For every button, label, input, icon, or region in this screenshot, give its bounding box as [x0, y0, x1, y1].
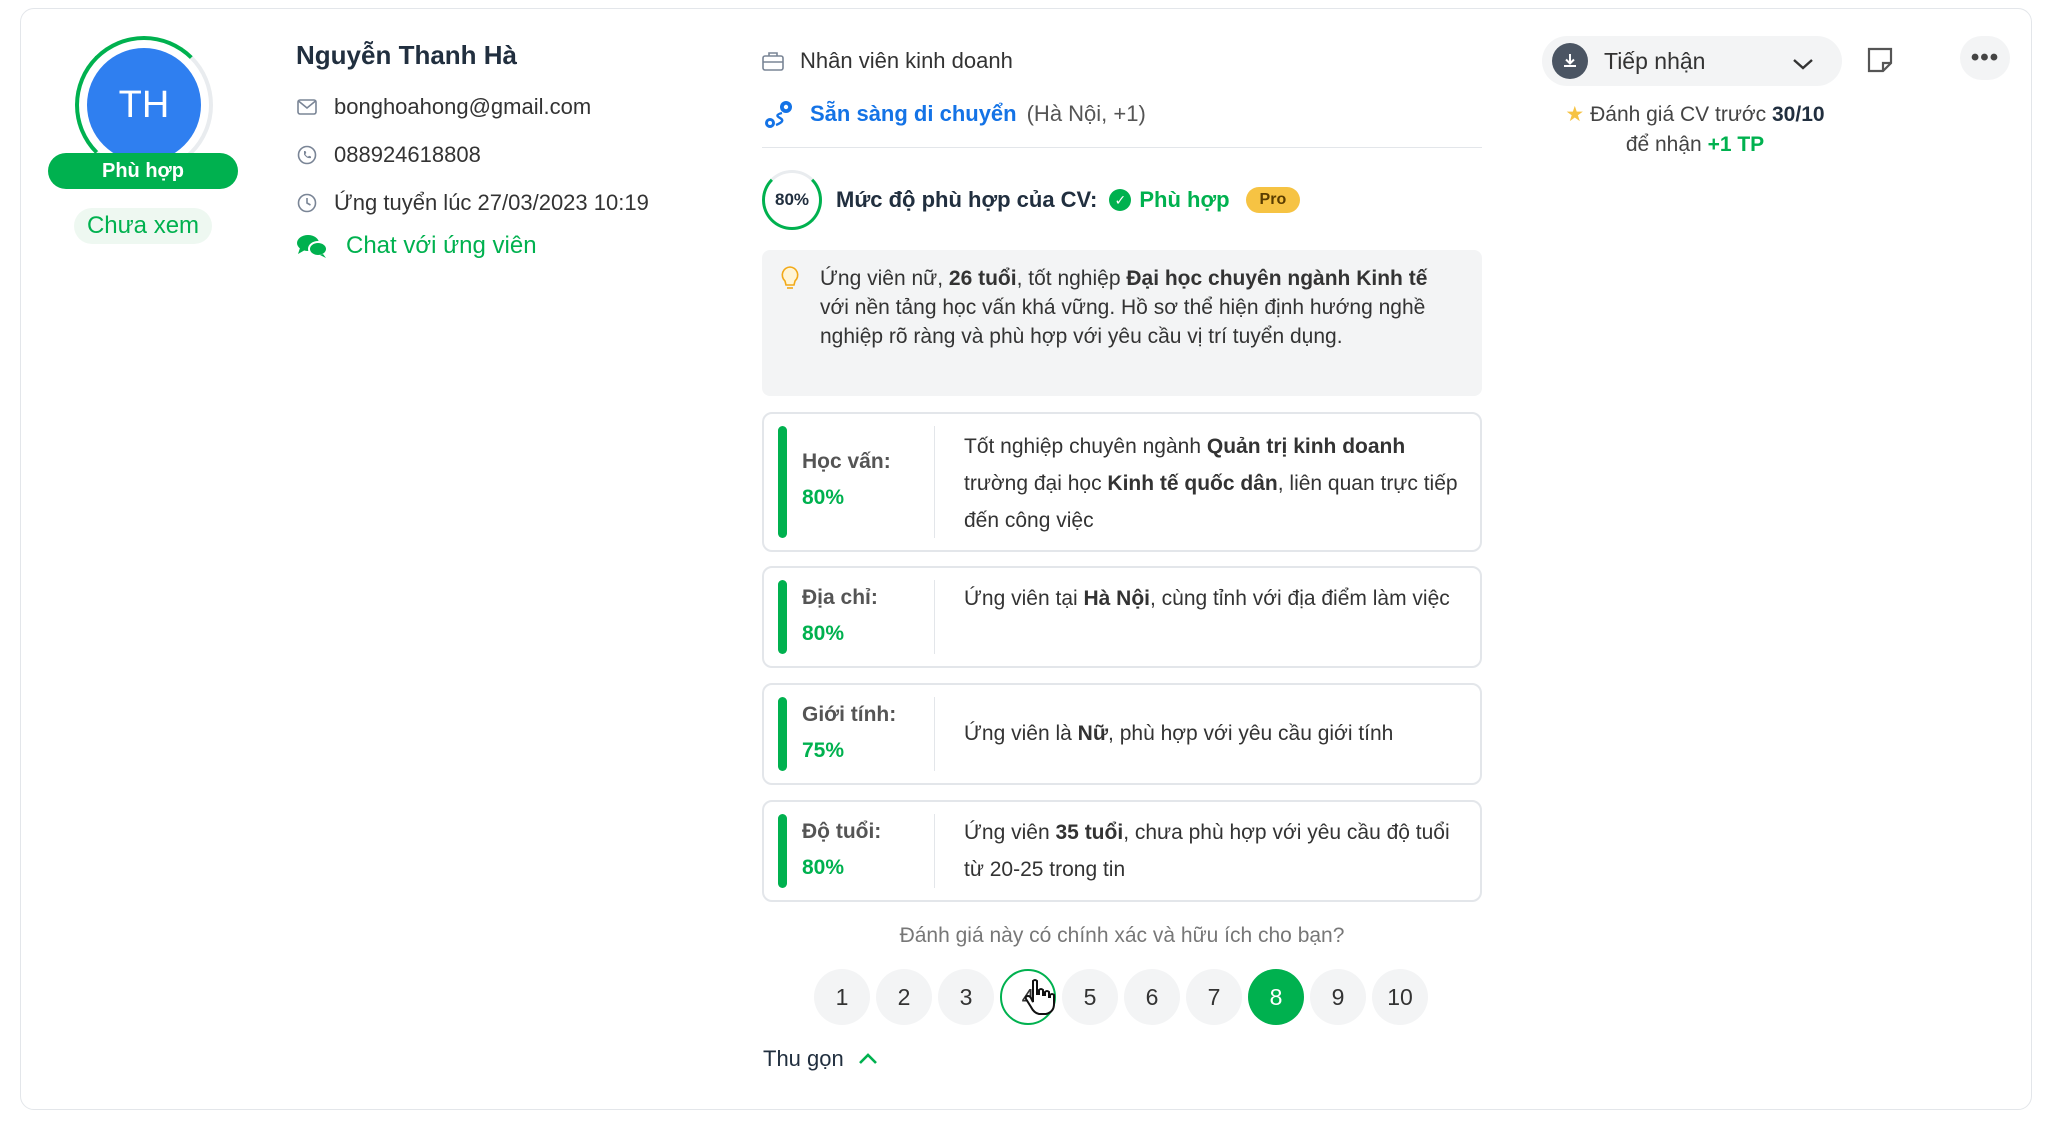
mail-icon [296, 96, 318, 118]
criterion-separator [934, 697, 935, 771]
chat-label: Chat với ứng viên [346, 232, 537, 259]
candidate-name[interactable]: Nguyễn Thanh Hà [296, 40, 517, 71]
hand-cursor-icon [1022, 978, 1056, 1021]
note-icon [1867, 47, 1893, 73]
rating-option-7[interactable]: 7 [1186, 969, 1242, 1025]
status-label: Tiếp nhận [1604, 47, 1706, 74]
applied-time: Ứng tuyển lúc 27/03/2023 10:19 [334, 190, 649, 215]
chevron-up-icon [858, 1053, 878, 1065]
relocation-places: (Hà Nội, +1) [1026, 101, 1146, 126]
criterion-education: Học vấn: 80% Tốt nghiệp chuyên ngành Quả… [762, 412, 1482, 552]
ai-summary-box: Ứng viên nữ, 26 tuổi, tốt nghiệp Đại học… [762, 250, 1482, 396]
criterion-gender: Giới tính: 75% Ứng viên là Nữ, phù hợp v… [762, 683, 1482, 785]
criterion-percent: 75% [802, 739, 845, 762]
rating-option-10[interactable]: 10 [1372, 969, 1428, 1025]
lightbulb-icon [780, 266, 800, 299]
collapse-button[interactable]: Thu gọn [763, 1046, 878, 1072]
rating-option-8[interactable]: 8 [1248, 969, 1304, 1025]
rating-scale: 12345678910 [814, 969, 1434, 1025]
criterion-age: Độ tuổi: 80% Ứng viên 35 tuổi, chưa phù … [762, 800, 1482, 902]
avatar[interactable]: TH [87, 48, 201, 162]
criterion-separator [934, 426, 935, 538]
phone-text: 088924618808 [334, 142, 481, 167]
status-dropdown[interactable]: Tiếp nhận [1542, 36, 1842, 86]
phone-row: 088924618808 [296, 142, 481, 168]
match-status: Phù hợp [1139, 187, 1230, 212]
rating-option-6[interactable]: 6 [1124, 969, 1180, 1025]
criterion-label: Giới tính: [802, 703, 897, 726]
applied-row: Ứng tuyển lúc 27/03/2023 10:19 [296, 190, 649, 216]
relocation-label: Sẵn sàng di chuyển [810, 101, 1017, 126]
job-title: Nhân viên kinh doanh [800, 48, 1013, 73]
criterion-separator [934, 814, 935, 888]
fit-badge: Phù hợp [48, 153, 238, 189]
criterion-bar [778, 580, 787, 654]
criterion-bar [778, 814, 787, 888]
criterion-label: Học vấn: [802, 450, 891, 473]
email-row: bonghoahong@gmail.com [296, 94, 591, 120]
criterion-separator [934, 580, 935, 654]
route-icon [762, 98, 796, 130]
job-title-row: Nhân viên kinh doanh [762, 48, 1013, 74]
rating-option-1[interactable]: 1 [814, 969, 870, 1025]
note-button[interactable] [1866, 46, 1894, 74]
summary-text: Ứng viên nữ, 26 tuổi, tốt nghiệp Đại học… [820, 267, 1428, 348]
more-options-button[interactable]: ••• [1960, 36, 2010, 80]
chat-with-candidate-link[interactable]: Chat với ứng viên [296, 232, 537, 260]
criterion-description: Ứng viên là Nữ, phù hợp với yêu cầu giới… [964, 722, 1394, 745]
match-score-row: 80% Mức độ phù hợp của CV: ✓ Phù hợp Pro [762, 170, 1301, 230]
download-icon [1552, 43, 1588, 79]
pro-badge: Pro [1245, 187, 1301, 213]
criterion-bar [778, 697, 787, 771]
criterion-percent: 80% [802, 856, 845, 879]
criterion-label: Địa chỉ: [802, 586, 878, 609]
criterion-description: Ứng viên 35 tuổi, chưa phù hợp với yêu c… [964, 821, 1450, 881]
chat-icon [296, 233, 328, 259]
collapse-label: Thu gọn [763, 1046, 844, 1071]
feedback-question: Đánh giá này có chính xác và hữu ích cho… [899, 924, 1345, 947]
review-promo: ★ Đánh giá CV trước 30/10 để nhận +1 TP [1565, 103, 1825, 156]
rating-option-5[interactable]: 5 [1062, 969, 1118, 1025]
more-icon: ••• [1970, 44, 2000, 71]
chevron-down-icon [1792, 50, 1814, 77]
check-circle-icon: ✓ [1109, 189, 1132, 211]
briefcase-icon [762, 51, 784, 71]
criterion-bar [778, 426, 787, 538]
criterion-description: Tốt nghiệp chuyên ngành Quản trị kinh do… [964, 435, 1458, 532]
criterion-label: Độ tuổi: [802, 820, 882, 843]
divider [762, 147, 1482, 148]
criterion-percent: 80% [802, 486, 845, 509]
criterion-percent: 80% [802, 622, 845, 645]
rating-option-9[interactable]: 9 [1310, 969, 1366, 1025]
email-text: bonghoahong@gmail.com [334, 94, 592, 119]
match-score-ring: 80% [762, 170, 822, 230]
rating-option-3[interactable]: 3 [938, 969, 994, 1025]
relocation-row: Sẵn sàng di chuyển (Hà Nội, +1) [762, 98, 1146, 130]
star-icon: ★ [1565, 103, 1585, 126]
criterion-description: Ứng viên tại Hà Nội, cùng tỉnh với địa đ… [964, 587, 1450, 610]
clock-icon [296, 192, 318, 214]
match-score-label: Mức độ phù hợp của CV: [836, 187, 1098, 212]
rating-option-2[interactable]: 2 [876, 969, 932, 1025]
criterion-address: Địa chỉ: 80% Ứng viên tại Hà Nội, cùng t… [762, 566, 1482, 668]
phone-icon [296, 144, 318, 166]
seen-status-badge: Chưa xem [74, 208, 212, 244]
